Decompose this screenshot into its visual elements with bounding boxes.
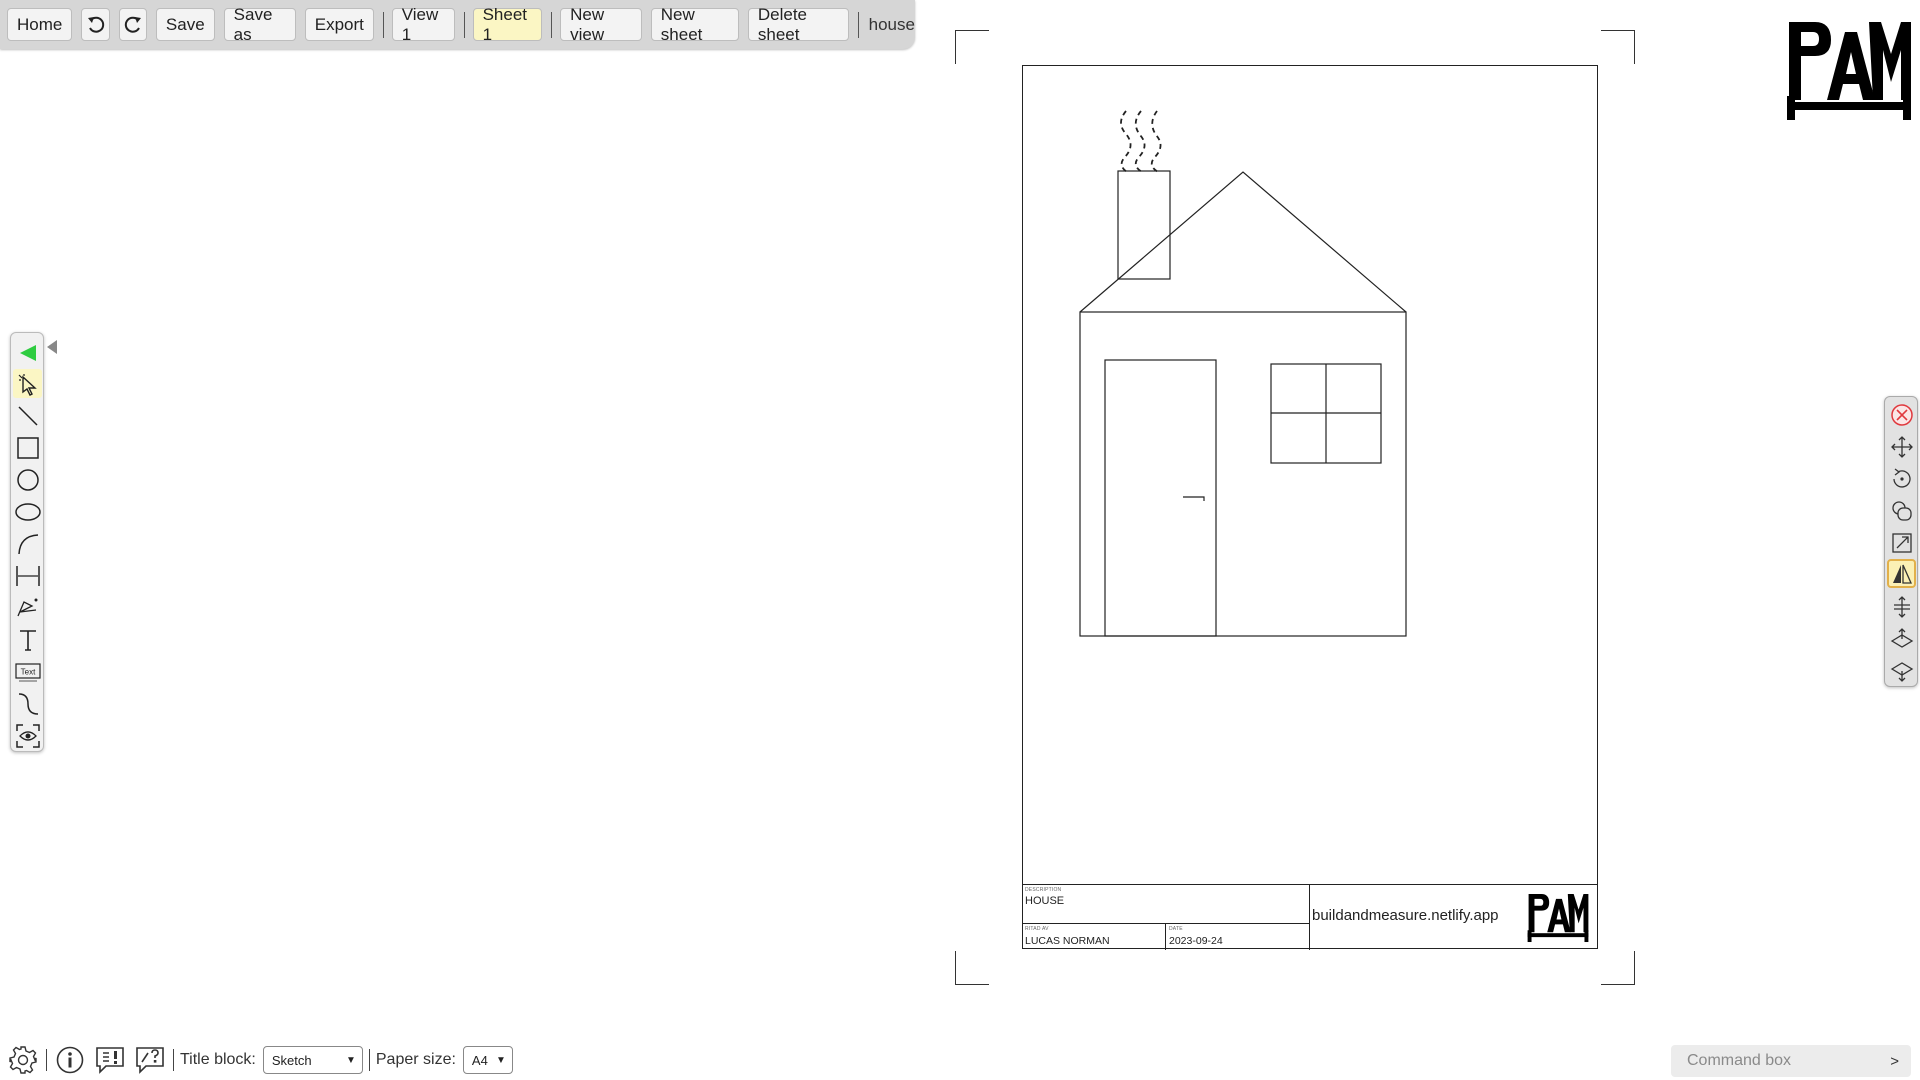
scale-icon[interactable] [1887, 528, 1916, 557]
rectangle-tool-icon[interactable] [13, 433, 42, 462]
dimension-tool-icon[interactable] [13, 561, 42, 590]
chevron-down-icon: ▼ [345, 1054, 356, 1066]
copy-icon[interactable] [1887, 496, 1916, 525]
undo-button[interactable] [81, 8, 110, 41]
drawing-sheet[interactable]: DESCRIPTION HOUSE RITAD AV LUCAS NORMAN … [1022, 65, 1599, 950]
drawn-by-caption: RITAD AV [1025, 926, 1049, 932]
text-tool-icon[interactable] [13, 625, 42, 654]
door-handle [1183, 496, 1205, 501]
title-block-select[interactable]: Sketch ▼ [262, 1046, 363, 1074]
smoke-line [1134, 110, 1146, 173]
toolbar-divider [382, 11, 384, 38]
export-button[interactable]: Export [304, 8, 374, 41]
bottom-divider [46, 1049, 47, 1071]
svg-text:Text: Text [20, 667, 35, 676]
crop-mark [1601, 30, 1635, 64]
paper-size-value: A4 [471, 1052, 488, 1068]
sheet-button[interactable]: Sheet 1 [472, 5, 543, 44]
line-tool-icon[interactable] [13, 401, 42, 430]
title-block: DESCRIPTION HOUSE RITAD AV LUCAS NORMAN … [1022, 884, 1598, 950]
bottom-bar: Title block: Sketch ▼ Paper size: A4 ▼ [0, 1042, 560, 1078]
save-button[interactable]: Save [155, 8, 215, 41]
offset-icon[interactable] [1887, 592, 1916, 621]
website-label: buildandmeasure.netlify.app [1312, 907, 1499, 924]
bottom-divider [368, 1049, 370, 1071]
send-backward-icon[interactable] [1887, 656, 1916, 685]
collapse-toolbar-icon[interactable] [13, 338, 42, 367]
ellipse-tool-icon[interactable] [13, 497, 42, 526]
circle-tool-icon[interactable] [13, 465, 42, 494]
paper-size-label: Paper size: [375, 1051, 456, 1068]
bam-logo-small [1527, 893, 1589, 943]
gear-icon [9, 1046, 37, 1074]
view-button[interactable]: View 1 [391, 5, 455, 44]
text-box-tool-icon[interactable]: Text [13, 657, 42, 686]
save-as-button[interactable]: Save as [223, 5, 296, 44]
description-value: HOUSE [1025, 895, 1065, 907]
chimney [1117, 170, 1171, 280]
toolbar-divider [551, 11, 553, 38]
home-button[interactable]: Home [7, 8, 73, 41]
date-caption: DATE [1169, 926, 1183, 932]
toolbar-divider [857, 11, 859, 38]
redo-button[interactable] [118, 8, 147, 41]
bottom-divider [173, 1049, 174, 1071]
help-chat-button[interactable] [133, 1043, 167, 1077]
info-icon [56, 1046, 84, 1074]
toolbar-divider [463, 11, 465, 38]
drawn-by-value: LUCAS NORMAN [1025, 935, 1110, 947]
new-sheet-button[interactable]: New sheet [650, 5, 739, 44]
polyline-tool-icon[interactable] [13, 593, 42, 622]
spline-tool-icon[interactable] [13, 689, 42, 718]
smoke-line [1150, 110, 1162, 173]
help-chat-icon [136, 1047, 164, 1074]
bam-logo [1787, 22, 1911, 120]
crop-mark [955, 30, 989, 64]
rotate-icon[interactable] [1887, 464, 1916, 493]
date-cell: DATE 2023-09-24 [1166, 924, 1310, 950]
date-value: 2023-09-24 [1169, 935, 1223, 947]
redo-icon [124, 16, 141, 33]
command-box[interactable]: Command box > [1671, 1045, 1911, 1077]
chevron-down-icon: ▼ [496, 1054, 506, 1066]
settings-button[interactable] [6, 1043, 40, 1077]
move-icon[interactable] [1887, 432, 1916, 461]
report-issue-button[interactable] [93, 1043, 127, 1077]
title-block-label: Title block: [180, 1051, 256, 1068]
title-block-value: Sketch [271, 1052, 312, 1068]
report-issue-icon [96, 1047, 124, 1074]
undo-icon [87, 16, 104, 33]
command-submit-button[interactable]: > [1890, 1053, 1899, 1070]
door [1104, 359, 1217, 637]
roof [1079, 171, 1407, 313]
house-drawing[interactable] [1023, 66, 1599, 884]
command-input[interactable]: Command box [1687, 1052, 1791, 1070]
drawing-tools-palette: Text [10, 332, 44, 752]
drawn-by-cell: RITAD AV LUCAS NORMAN [1022, 924, 1166, 950]
crop-mark [1601, 951, 1635, 985]
select-pointer-icon[interactable] [13, 369, 42, 398]
delete-sheet-button[interactable]: Delete sheet [747, 5, 849, 44]
top-toolbar: Home Save Save as Export View 1 Sheet 1 … [0, 0, 915, 49]
bring-forward-icon[interactable] [1887, 624, 1916, 653]
paper-size-select[interactable]: A4 ▼ [462, 1046, 513, 1074]
project-name: house [868, 14, 915, 34]
crop-mark [955, 951, 989, 985]
smoke-line [1120, 110, 1132, 173]
info-button[interactable] [53, 1043, 87, 1077]
arc-tool-icon[interactable] [13, 529, 42, 558]
description-cell: DESCRIPTION HOUSE [1022, 885, 1310, 924]
modify-tools-palette [1884, 396, 1918, 687]
collapse-palette-icon[interactable] [47, 340, 57, 354]
mirror-icon[interactable] [1887, 559, 1916, 588]
view-frame-tool-icon[interactable] [13, 721, 42, 750]
new-view-button[interactable]: New view [560, 5, 642, 44]
delete-icon[interactable] [1887, 400, 1916, 429]
description-caption: DESCRIPTION [1025, 887, 1062, 893]
